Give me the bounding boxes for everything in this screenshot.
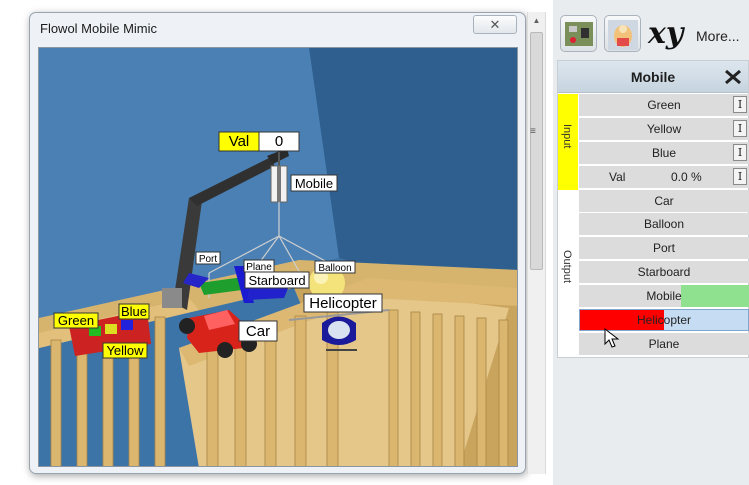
mimic-thumbnail-button[interactable] [560, 15, 597, 52]
mobile-io-panel: Mobile Input Output Green I Yellow I Blu… [557, 60, 749, 358]
output-row-car[interactable]: Car [579, 189, 749, 212]
output-active-indicator [681, 285, 749, 308]
mobile-label: Mobile [295, 176, 333, 191]
output-row-mobile[interactable]: Mobile [579, 285, 749, 308]
xy-graph-button[interactable]: xy [648, 19, 683, 49]
output-row-balloon[interactable]: Balloon [579, 213, 749, 236]
mobile-mimic-button[interactable] [604, 15, 641, 52]
output-row-starboard[interactable]: Starboard [579, 261, 749, 284]
toolbar: xy More... [553, 8, 749, 58]
vertical-scrollbar[interactable]: ▲ [527, 12, 546, 474]
close-icon: ✕ [489, 16, 501, 32]
pin-icon[interactable] [724, 69, 742, 85]
panel-title: Mobile [630, 68, 676, 85]
input-toggle-button[interactable]: I [733, 167, 747, 185]
output-group-label: Output [558, 190, 578, 357]
blue-label: Blue [121, 304, 147, 319]
input-toggle-button[interactable]: I [733, 119, 747, 137]
grip-icon[interactable]: ≡ [530, 126, 536, 137]
plane-label: Plane [246, 262, 272, 273]
val-value: 0 [275, 133, 283, 150]
port-label: Port [199, 254, 218, 265]
input-toggle-button[interactable]: I [733, 143, 747, 161]
baby-mobile-icon [608, 20, 638, 50]
io-rows: Green I Yellow I Blue I Val 0.0 % I Car … [579, 94, 749, 357]
car-label: Car [246, 323, 270, 340]
chevron-up-icon: ▲ [532, 16, 541, 25]
scroll-up-button[interactable]: ▲ [528, 12, 545, 29]
input-row-green[interactable]: Green I [579, 94, 749, 116]
mimic-window-title: Flowol Mobile Mimic [40, 21, 158, 36]
green-label: Green [58, 313, 94, 328]
close-button[interactable]: ✕ [473, 15, 517, 34]
helicopter-label: Helicopter [309, 295, 377, 312]
side-panel: xy More... Mobile Input Output Green I Y… [553, 0, 749, 485]
mouse-cursor-icon [604, 328, 620, 348]
mimic-scene: Val 0 Mobile Port Plane Balloon Starboar… [38, 47, 518, 467]
more-button[interactable]: More... [696, 28, 740, 44]
output-row-port[interactable]: Port [579, 237, 749, 260]
panel-header: Mobile [558, 61, 748, 93]
input-group-label: Input [558, 94, 578, 190]
input-row-val[interactable]: Val 0.0 % I [579, 165, 749, 188]
balloon-label: Balloon [318, 263, 351, 274]
mimic-window: Flowol Mobile Mimic ✕ Val 0 Mobile Port … [29, 12, 526, 474]
input-row-yellow[interactable]: Yellow I [579, 117, 749, 140]
val-label: Val [229, 133, 250, 150]
starboard-label: Starboard [248, 273, 305, 288]
input-toggle-button[interactable]: I [733, 96, 747, 113]
mimic-3d-view: Val 0 Mobile Port Plane Balloon Starboar… [39, 48, 517, 466]
scroll-thumb[interactable] [530, 32, 543, 270]
input-row-blue[interactable]: Blue I [579, 141, 749, 164]
circuit-board-icon [565, 22, 593, 46]
yellow-label: Yellow [106, 343, 144, 358]
